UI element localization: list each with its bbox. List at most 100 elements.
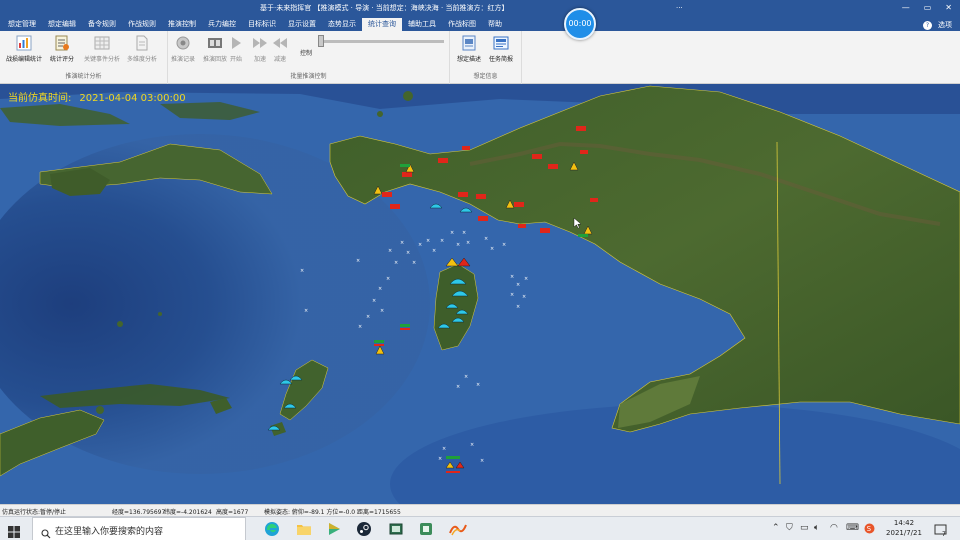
svg-text:×: × <box>470 442 474 448</box>
taskbar-date: 2021/7/21 <box>886 529 922 537</box>
sim-time-display: 当前仿真时间: 2021-04-04 03:00:00 <box>8 89 194 104</box>
tray-keyboard-icon[interactable]: ⌨ <box>846 523 859 533</box>
sim-record-button[interactable]: 推演记录 <box>165 35 201 63</box>
app-green-icon[interactable] <box>418 521 434 537</box>
status-latitude: 纬度=-4.201624 <box>164 509 212 516</box>
tab-sim-control[interactable]: 推演控制 <box>162 18 202 31</box>
multi-analysis-label: 多维度分析 <box>126 56 157 63</box>
app-window: 基于·未来指挥官 【推演模式 · 导演 · 当前想定：海峡决海 · 当前推演方：… <box>0 0 960 540</box>
scenario-desc-button[interactable]: 想定描述 <box>451 35 487 63</box>
score-button[interactable]: 统计评分 <box>44 35 80 63</box>
help-icon[interactable]: ? <box>923 21 932 30</box>
svg-text:×: × <box>510 292 514 298</box>
tab-order-rules[interactable]: 备令规则 <box>82 18 122 31</box>
app-logo-icon[interactable] <box>448 521 468 537</box>
clock-badge[interactable]: 00:00 <box>564 8 596 40</box>
tray-ime-icon[interactable]: S <box>864 523 875 537</box>
windows-start-icon[interactable] <box>8 523 20 538</box>
taskbar-clock[interactable]: 14:42 2021/7/21 <box>882 518 926 538</box>
bar-chart-icon <box>16 35 32 51</box>
speed-slider-label: 控制 <box>300 50 313 57</box>
svg-text:×: × <box>522 294 526 300</box>
tray-chevron-icon[interactable]: ⌃ <box>772 523 780 533</box>
briefing-label: 任务简报 <box>488 56 513 63</box>
tab-display-settings[interactable]: 显示设置 <box>282 18 322 31</box>
edge-browser-icon[interactable] <box>264 521 280 537</box>
status-sim-state: 仿真运行状态:暂停/停止 <box>2 509 67 516</box>
loss-stats-button[interactable]: 战损编辑统计 <box>6 35 42 63</box>
close-button[interactable]: ✕ <box>945 3 952 12</box>
svg-text:×: × <box>432 248 436 254</box>
svg-text:×: × <box>516 282 520 288</box>
group-batch-control: 推演记录 推演回放 开始 加速 减速 控制 批量推演控制 <box>168 31 450 84</box>
speed-slider-track[interactable] <box>318 40 444 43</box>
tab-aux-tools[interactable]: 辅助工具 <box>402 18 442 31</box>
svg-text:×: × <box>386 276 390 282</box>
tab-help[interactable]: 帮助 <box>482 18 508 31</box>
loss-stats-label: 战损编辑统计 <box>6 56 43 63</box>
svg-text:×: × <box>378 286 382 292</box>
briefing-button[interactable]: 任务简报 <box>483 35 519 63</box>
file-explorer-icon[interactable] <box>296 521 312 537</box>
svg-text:×: × <box>406 250 410 256</box>
app-window-icon[interactable] <box>388 521 404 537</box>
svg-text:×: × <box>480 458 484 464</box>
window-title: 基于·未来指挥官 【推演模式 · 导演 · 当前想定：海峡决海 · 当前推演方：… <box>260 4 509 12</box>
svg-text:×: × <box>464 374 468 380</box>
tab-force-control[interactable]: 兵力编控 <box>202 18 242 31</box>
minimize-button[interactable]: — <box>902 3 910 12</box>
svg-text:×: × <box>388 248 392 254</box>
tab-target-marking[interactable]: 目标标识 <box>242 18 282 31</box>
taskbar-search-input[interactable]: 在这里输入你要搜索的内容 <box>32 517 246 540</box>
film-icon <box>207 35 223 51</box>
tab-situation-display[interactable]: 态势显示 <box>322 18 362 31</box>
title-overflow: ... <box>676 2 683 10</box>
group-label-batch: 批量推演控制 <box>290 73 327 80</box>
svg-text:×: × <box>412 260 416 266</box>
tray-security-icon[interactable]: ⛉ <box>786 523 793 533</box>
svg-text:×: × <box>372 298 376 304</box>
map-canvas[interactable]: ×××× ×××× ×××× ×××× ×××× × ××× ×××× ×××× … <box>0 84 960 504</box>
speed-slider-thumb[interactable] <box>318 35 324 47</box>
tray-network-icon[interactable]: ▭ <box>800 523 809 533</box>
event-grid-icon <box>94 35 110 51</box>
status-altitude: 高度=1677 <box>216 509 249 516</box>
svg-text:×: × <box>426 238 430 244</box>
key-event-label: 关键事件分析 <box>84 56 121 63</box>
maximize-button[interactable]: ▭ <box>924 3 932 12</box>
svg-text:×: × <box>366 314 370 320</box>
svg-text:×: × <box>394 260 398 266</box>
options-label: 选项 <box>938 21 952 29</box>
svg-text:×: × <box>450 230 454 236</box>
svg-text:×: × <box>380 308 384 314</box>
slow-down-button[interactable]: 减速 <box>266 35 294 63</box>
media-player-icon[interactable] <box>326 521 342 537</box>
svg-text:×: × <box>442 446 446 452</box>
group-statistics-analysis: 战损编辑统计 统计评分 关键事件分析 多维度分析 推演统计分析 <box>0 31 168 84</box>
key-event-button[interactable]: 关键事件分析 <box>84 35 120 63</box>
svg-text:×: × <box>502 242 506 248</box>
svg-text:S: S <box>867 525 872 533</box>
tab-combat-rules[interactable]: 作战规则 <box>122 18 162 31</box>
notification-icon[interactable]: 7 <box>934 522 948 538</box>
svg-text:×: × <box>484 236 488 242</box>
tab-statistics[interactable]: 统计查询 <box>362 18 402 31</box>
tray-wifi-icon[interactable]: ◠ <box>830 523 838 533</box>
svg-text:×: × <box>304 308 308 314</box>
steam-icon[interactable] <box>356 521 372 537</box>
window-controls: — ▭ ✕ <box>902 3 952 12</box>
document-icon <box>134 35 150 51</box>
svg-text:×: × <box>418 242 422 248</box>
svg-text:×: × <box>358 324 362 330</box>
tab-scenario-edit[interactable]: 想定编辑 <box>42 18 82 31</box>
map-view[interactable]: × × × × × × × × × × × × × × × × × × × × × × × × × × × × × × × × … <box>0 84 960 504</box>
tray-volume-icon[interactable]: 🔈︎ <box>814 523 819 533</box>
multi-analysis-button[interactable]: 多维度分析 <box>124 35 160 63</box>
tab-plotting[interactable]: 作战标图 <box>442 18 482 31</box>
svg-text:×: × <box>510 274 514 280</box>
tab-scenario-manage[interactable]: 想定管理 <box>2 18 42 31</box>
status-bar: 仿真运行状态:暂停/停止 经度=136.795697 纬度=-4.201624 … <box>0 504 960 516</box>
options-button[interactable]: ? 选项 <box>923 20 952 30</box>
sim-time-value: 2021-04-04 03:00:00 <box>79 93 186 104</box>
search-icon <box>41 524 51 540</box>
